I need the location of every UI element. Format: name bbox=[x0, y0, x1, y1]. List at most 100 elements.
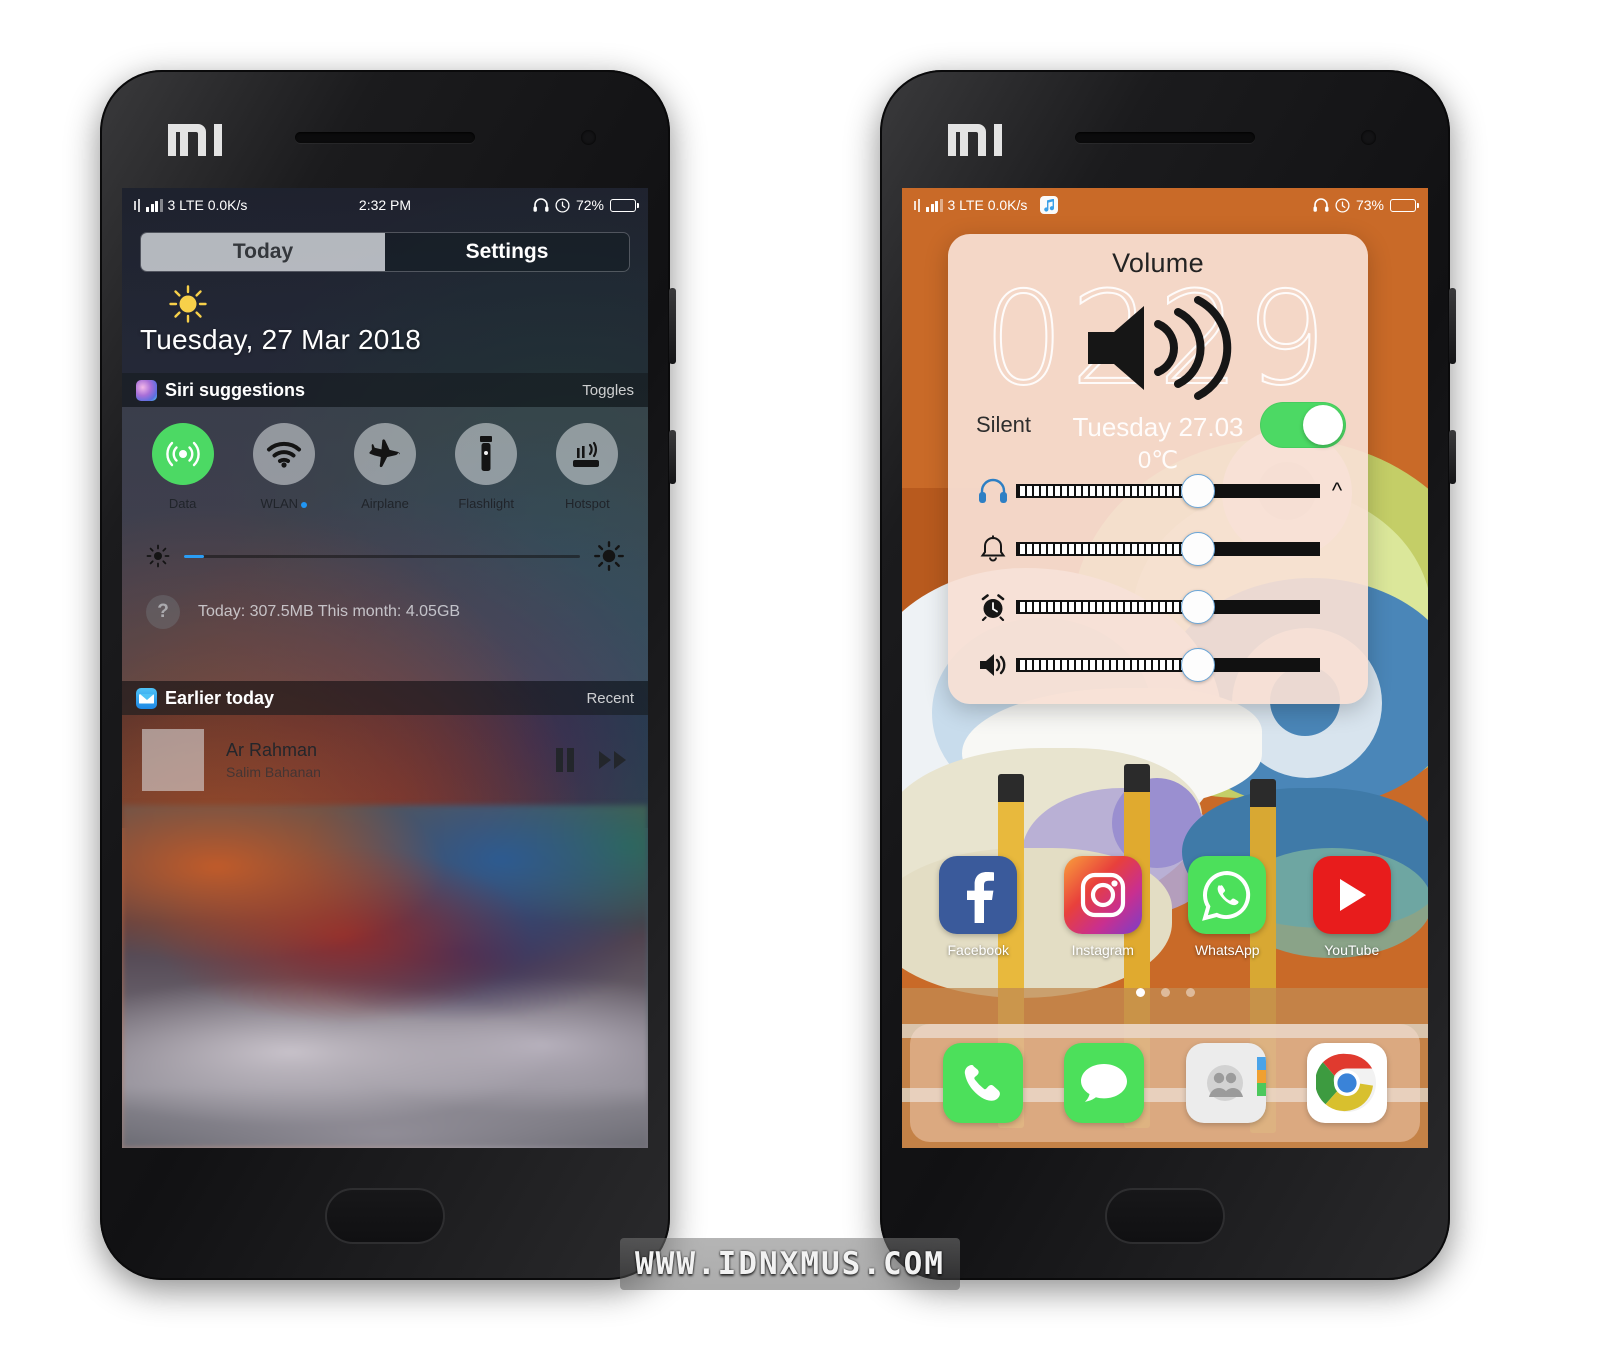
hotspot-icon bbox=[556, 423, 619, 485]
date-header: Tuesday, 27 Mar 2018 bbox=[122, 280, 648, 368]
toggle-label-airplane: Airplane bbox=[361, 496, 409, 511]
now-playing-artist: Salim Bahanan bbox=[226, 764, 321, 780]
slider-knob-media[interactable] bbox=[1181, 648, 1216, 682]
page-dot-3[interactable] bbox=[1185, 988, 1195, 997]
dock bbox=[910, 1024, 1420, 1142]
toggle-label-flashlight: Flashlight bbox=[458, 496, 514, 511]
earlier-section-action[interactable]: Recent bbox=[586, 690, 634, 707]
blurred-wallpaper-body bbox=[122, 805, 648, 1148]
watermark: WWW.IDNXMUS.COM bbox=[620, 1238, 960, 1290]
fast-forward-icon[interactable] bbox=[598, 749, 628, 771]
brightness-slider-row[interactable] bbox=[122, 511, 648, 571]
app-label-instagram: Instagram bbox=[1071, 942, 1134, 958]
brightness-high-icon bbox=[594, 541, 624, 571]
airplane-icon bbox=[353, 423, 416, 485]
battery-percent-label-right: 73% bbox=[1355, 197, 1384, 213]
home-button-right[interactable] bbox=[1105, 1188, 1225, 1244]
now-playing-row[interactable]: Ar Rahman Salim Bahanan bbox=[122, 715, 648, 805]
silent-row[interactable]: Silent bbox=[976, 402, 1346, 448]
cell-data-icon bbox=[151, 423, 214, 485]
slider-track-alarm[interactable] bbox=[1016, 590, 1320, 624]
slider-track-media[interactable] bbox=[1016, 648, 1320, 682]
contacts-icon[interactable] bbox=[1185, 1043, 1266, 1123]
app-youtube[interactable]: YouTube bbox=[1303, 856, 1401, 958]
volume-button[interactable] bbox=[669, 430, 676, 484]
app-facebook[interactable]: Facebook bbox=[929, 856, 1027, 958]
question-mark-icon[interactable]: ? bbox=[146, 595, 180, 629]
signal-bars-icon-right bbox=[926, 198, 943, 212]
power-button[interactable] bbox=[669, 288, 676, 364]
tab-settings[interactable]: Settings bbox=[385, 233, 629, 271]
toggle-data[interactable]: Data bbox=[141, 423, 225, 511]
app-label-youtube: YouTube bbox=[1324, 942, 1380, 958]
slider-row-ringer[interactable] bbox=[970, 520, 1354, 578]
earlier-section-header[interactable]: Earlier today Recent bbox=[122, 681, 648, 715]
wlan-status-dot bbox=[301, 501, 308, 508]
chevron-up-icon[interactable]: ^ bbox=[1320, 478, 1354, 504]
brightness-track[interactable] bbox=[184, 554, 580, 558]
page-indicator[interactable] bbox=[902, 988, 1428, 997]
slider-knob-headphones[interactable] bbox=[1181, 474, 1216, 508]
status-bar-right: 3 LTE 0.0K/s 73% bbox=[902, 188, 1428, 222]
data-usage-row: ? Today: 307.5MB This month: 4.05GB bbox=[122, 571, 648, 629]
slider-row-media[interactable] bbox=[970, 636, 1354, 694]
home-button[interactable] bbox=[325, 1188, 445, 1244]
toggle-hotspot[interactable]: Hotspot bbox=[545, 423, 629, 511]
toggle-wlan[interactable]: WLAN bbox=[242, 423, 326, 511]
toggles-panel: Data WLAN Airplane Flashlight Hotspot ? … bbox=[122, 407, 648, 681]
data-usage-text: Today: 307.5MB This month: 4.05GB bbox=[198, 603, 461, 620]
wifi-icon bbox=[252, 423, 315, 485]
status-time: 2:32 PM bbox=[358, 197, 412, 213]
message-icon[interactable] bbox=[1064, 1043, 1145, 1123]
bell-icon bbox=[970, 535, 1016, 563]
brightness-fill bbox=[184, 554, 204, 558]
headphone-icon-right bbox=[1313, 198, 1329, 212]
facebook-icon bbox=[939, 856, 1018, 934]
dnd-icon-right bbox=[1335, 197, 1350, 213]
vibrate-icon-right bbox=[914, 198, 920, 212]
music-note-icon bbox=[1040, 196, 1059, 214]
silent-toggle-switch[interactable] bbox=[1260, 402, 1346, 448]
phone-left: 3 LTE 0.0K/s 2:32 PM 72% Today Settings … bbox=[100, 70, 676, 1280]
nc-tab-bar[interactable]: Today Settings bbox=[140, 232, 630, 272]
slider-knob-alarm[interactable] bbox=[1181, 590, 1216, 624]
page-dot-2[interactable] bbox=[1160, 988, 1170, 997]
chrome-icon[interactable] bbox=[1307, 1043, 1388, 1123]
slider-track-headphones[interactable] bbox=[1016, 474, 1320, 508]
date-text: Tuesday, 27 Mar 2018 bbox=[140, 324, 422, 355]
slider-row-headphones[interactable]: ^ bbox=[970, 462, 1354, 520]
flashlight-icon bbox=[455, 423, 518, 485]
earlier-section-title: Earlier today bbox=[165, 687, 275, 708]
tab-today[interactable]: Today bbox=[141, 233, 385, 271]
volume-sliders: ^ bbox=[970, 462, 1354, 694]
battery-icon bbox=[610, 198, 639, 212]
brightness-low-icon bbox=[146, 544, 170, 568]
whatsapp-icon bbox=[1188, 856, 1267, 934]
phone-icon[interactable] bbox=[942, 1043, 1023, 1123]
slider-track-ringer[interactable] bbox=[1016, 532, 1320, 566]
app-whatsapp[interactable]: WhatsApp bbox=[1178, 856, 1276, 958]
slider-row-alarm[interactable] bbox=[970, 578, 1354, 636]
siri-section-action[interactable]: Toggles bbox=[582, 382, 634, 399]
siri-section-header[interactable]: Siri suggestions Toggles bbox=[122, 373, 648, 407]
toggle-label-data: Data bbox=[168, 496, 197, 511]
earpiece-speaker-right bbox=[1075, 132, 1255, 143]
volume-button-right[interactable] bbox=[1449, 430, 1456, 484]
app-label-whatsapp: WhatsApp bbox=[1194, 942, 1260, 958]
slider-knob-ringer[interactable] bbox=[1181, 532, 1216, 566]
silent-label: Silent bbox=[976, 412, 1032, 437]
front-camera bbox=[581, 130, 596, 145]
pause-icon[interactable] bbox=[554, 747, 576, 773]
page-dot-1[interactable] bbox=[1135, 988, 1145, 997]
toggle-flashlight[interactable]: Flashlight bbox=[444, 423, 528, 511]
phone-right: 3 LTE 0.0K/s 73% 0229 Tuesday 27.03 0℃ V… bbox=[880, 70, 1456, 1280]
album-art bbox=[142, 729, 204, 791]
toggle-knob bbox=[1303, 405, 1343, 445]
app-instagram[interactable]: Instagram bbox=[1054, 856, 1152, 958]
left-screen: 3 LTE 0.0K/s 2:32 PM 72% Today Settings … bbox=[122, 188, 648, 1148]
power-button-right[interactable] bbox=[1449, 288, 1456, 364]
toggle-airplane[interactable]: Airplane bbox=[343, 423, 427, 511]
siri-icon bbox=[136, 379, 157, 401]
toggle-label-hotspot: Hotspot bbox=[564, 496, 610, 511]
sun-icon bbox=[169, 285, 207, 323]
